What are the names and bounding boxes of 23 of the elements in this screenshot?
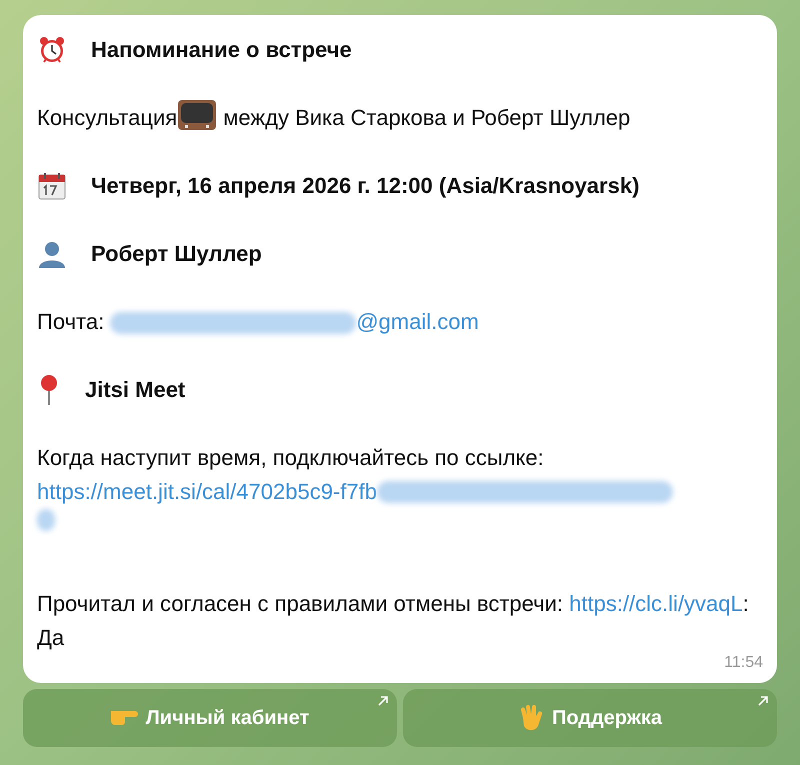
calendar-icon xyxy=(37,171,67,201)
keyboard-button[interactable]: Поддержка xyxy=(403,689,777,747)
person-name: Роберт Шуллер xyxy=(91,240,262,268)
pointing-hand-icon xyxy=(110,711,138,725)
email-label: Почта: xyxy=(37,308,104,336)
consultation-label: Консультация xyxy=(37,105,178,130)
external-arrow-icon xyxy=(378,696,388,706)
redaction-blur xyxy=(37,509,55,531)
alarm-clock-icon xyxy=(37,35,67,65)
email-link[interactable]: @gmail.com xyxy=(356,305,479,339)
message-time: 11:54 xyxy=(724,653,763,673)
agreement-text: Прочитал и согласен с правилами отмены встречи: https://clc.li/yvaqL: Да xyxy=(37,590,750,652)
meeting-datetime: Четверг, 16 апреля 2026 г. 12:00 (Asia/Krasnoyarsk) xyxy=(91,172,640,200)
person-icon xyxy=(37,239,67,269)
external-arrow-icon xyxy=(758,696,768,706)
join-instruction: Когда наступит время, подключайтесь по ссылке: xyxy=(37,444,545,472)
television-icon xyxy=(177,99,218,132)
rules-link[interactable]: https://clc.li/yvaqL xyxy=(569,591,743,616)
message-title: Напоминание о встрече xyxy=(91,36,352,64)
location-name: Jitsi Meet xyxy=(85,376,186,404)
meeting-link[interactable]: https://meet.jit.si/cal/4702b5c9-f7fb xyxy=(37,475,377,509)
keyboard-button[interactable]: Личный кабинет xyxy=(23,689,397,747)
participants-text: между Вика Старкова и Роберт Шуллер xyxy=(223,105,630,130)
